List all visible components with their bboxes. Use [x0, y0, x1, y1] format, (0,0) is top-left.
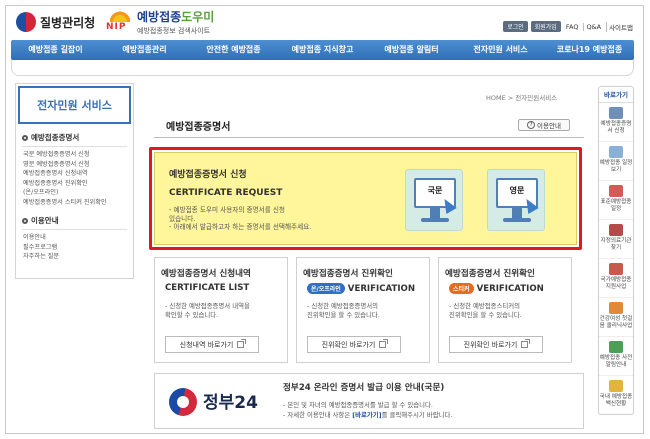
gov24-panel: 정부24 정부24 온라인 증명서 발급 이용 안내(국문) - 본인 및 자녀…	[154, 373, 584, 429]
sidebar-section-guide: 이용안내	[22, 215, 127, 230]
bullet-icon	[22, 217, 28, 224]
hospital-icon	[609, 224, 623, 236]
sidebar-item-usage-guide[interactable]: 이용안내	[23, 233, 127, 243]
clinic-icon	[609, 302, 623, 314]
cert-verify-button[interactable]: 진위확인 바로가기	[307, 336, 401, 353]
cert-history-button[interactable]: 신청내역 바로가기	[165, 336, 259, 353]
korean-label: 국문	[427, 186, 443, 195]
sidebar-item-cert-history[interactable]: 예방접종증명서 신청내역	[23, 169, 127, 179]
calendar-icon	[609, 146, 623, 158]
gov24-title: 정부24 온라인 증명서 발급 이용 안내(국문)	[283, 383, 445, 393]
english-certificate-button[interactable]: 영문	[487, 169, 545, 231]
utility-menu: 로그인 회원가입 FAQ Q&A 사이트맵	[503, 21, 635, 32]
online-offline-badge: 온/오프라인	[307, 283, 345, 294]
sidebar-title: 전자민원 서비스	[18, 86, 131, 124]
nip-sun-icon: NIP	[106, 8, 134, 36]
english-label: 영문	[509, 186, 525, 195]
sidebar-item-korean-cert[interactable]: 국문 예방접종증명서 신청	[23, 150, 127, 160]
nav-knowledge[interactable]: 예방접종 지식창고	[278, 40, 367, 60]
nip-logo[interactable]: NIP 예방접종도우미 예방접종정보 검색사이트	[106, 8, 214, 36]
card-desc: - 신청한 예방접종스티커의 진위확인을 할 수 있습니다.	[449, 302, 522, 319]
question-icon: ?	[527, 121, 536, 129]
external-link-icon	[237, 339, 247, 348]
quick-item-clinic-finder[interactable]: 지정의료기관 찾기	[599, 220, 633, 259]
quick-item-standard-schedule[interactable]: 표준예방접종일정	[599, 181, 633, 220]
sidebar-item-cert-verify-sub[interactable]: (온/오프라인)	[23, 188, 127, 198]
nav-notice[interactable]: 예방접종 알림터	[367, 40, 456, 60]
page-title: 예방접종증명서	[166, 122, 231, 133]
nav-vaccination-management[interactable]: 예방접종관리	[100, 40, 189, 60]
gov24-shortcut-link[interactable]: [바로가기]	[352, 411, 381, 419]
kdca-name: 질병관리청	[40, 15, 96, 30]
site-header: 질병관리청 NIP 예방접종도우미 예방접종정보 검색사이트 로그인 회원가입 …	[6, 6, 643, 40]
sidebar-item-required-programs[interactable]: 필수프로그램	[23, 243, 127, 253]
cert-verify-card: 예방접종증명서 진위확인 온/오프라인 VERIFICATION - 신청한 예…	[296, 257, 430, 363]
sidebar-item-english-cert[interactable]: 영문 예방접종증명서 신청	[23, 160, 127, 170]
card-subtitle: 스티커 VERIFICATION	[449, 283, 544, 294]
external-link-icon	[379, 339, 389, 348]
submenu-bar	[11, 60, 634, 76]
nav-covid19[interactable]: 코로나19 예방접종	[545, 40, 634, 60]
gov24-desc: - 본인 및 자녀의 예방접종증명서를 발급 할 수 있습니다. - 자세한 이…	[283, 401, 453, 419]
quick-item-national-support[interactable]: 국가예방접종 지원사업	[599, 259, 633, 298]
certificate-request-panel: 예방접종증명서 신청 CERTIFICATE REQUEST - 예방접종 도우…	[154, 152, 577, 245]
sidebar-item-cert-verify[interactable]: 예방접종증명서 진위확인	[23, 179, 127, 189]
card-title: 예방접종증명서 진위확인	[445, 269, 535, 279]
sidebar-certificate-list: 국문 예방접종증명서 신청 영문 예방접종증명서 신청 예방접종증명서 신청내역…	[23, 150, 127, 207]
vaccine-icon	[609, 380, 623, 392]
faq-link[interactable]: FAQ	[564, 23, 581, 31]
support-icon	[609, 263, 623, 275]
nip-title: 예방접종도우미	[137, 10, 215, 24]
nav-vaccination-guide[interactable]: 예방접종 길잡이	[11, 40, 100, 60]
usage-guide-button[interactable]: ? 이용안내	[518, 119, 570, 131]
quick-item-pre-notification[interactable]: 예방접종 사전알림안내	[599, 337, 633, 376]
sitemap-link[interactable]: 사이트맵	[606, 21, 635, 32]
quick-menu-title: 바로가기	[599, 87, 633, 103]
card-subtitle: 온/오프라인 VERIFICATION	[307, 283, 415, 294]
login-button[interactable]: 로그인	[503, 21, 528, 32]
card-desc: - 신청한 예방접종증명서 내역을 확인할 수 있습니다.	[165, 302, 250, 319]
left-sidebar: 전자민원 서비스 예방접종증명서 국문 예방접종증명서 신청 영문 예방접종증명…	[15, 83, 134, 279]
sticker-verify-button[interactable]: 진위확인 바로가기	[449, 336, 543, 353]
document-icon	[609, 107, 623, 119]
kdca-emblem-icon	[16, 12, 36, 32]
syringe-icon	[609, 185, 623, 197]
quick-menu: 바로가기 예방접종증명서 신청 예방접종 일정보기 표준예방접종일정 지정의료기…	[598, 86, 634, 415]
card-title: 예방접종증명서 진위확인	[303, 269, 393, 279]
nip-letters: NIP	[106, 22, 127, 32]
sidebar-item-sticker-verify[interactable]: 예방접종증명서 스티커 진위확인	[23, 198, 127, 208]
sidebar-section-certificate: 예방접종증명서	[22, 132, 127, 147]
global-nav: 예방접종 길잡이 예방접종관리 안전한 예방접종 예방접종 지식창고 예방접종 …	[11, 40, 634, 60]
certificate-request-desc: - 예방접종 도우미 사용자의 증명서를 신청 있습니다. - 아래에서 발급하…	[169, 206, 312, 231]
browser-viewport: 질병관리청 NIP 예방접종도우미 예방접종정보 검색사이트 로그인 회원가입 …	[5, 5, 644, 434]
quick-item-cert-request[interactable]: 예방접종증명서 신청	[599, 103, 633, 142]
sidebar-item-faq[interactable]: 자주하는 질문	[23, 252, 127, 262]
nav-e-civil-service[interactable]: 전자민원 서비스	[456, 40, 545, 60]
card-subtitle: CERTIFICATE LIST	[165, 283, 250, 293]
sidebar-guide-list: 이용안내 필수프로그램 자주하는 질문	[23, 233, 127, 262]
gov24-emblem-icon	[169, 388, 197, 416]
certificate-request-title: 예방접종증명서 신청	[169, 170, 247, 180]
card-desc: - 신청한 예방접종증명서의 진위확인을 할 수 있습니다.	[307, 302, 380, 319]
quick-item-women-clinic[interactable]: 건강여성 첫걸음 클리닉사업	[599, 298, 633, 337]
certificate-request-subtitle: CERTIFICATE REQUEST	[169, 188, 283, 198]
card-title: 예방접종증명서 신청내역	[161, 269, 251, 279]
quick-item-vaccine-status[interactable]: 국내 예방접종 백신현황	[599, 376, 633, 414]
qna-link[interactable]: Q&A	[583, 22, 603, 31]
gov24-logo: 정부24	[203, 393, 258, 413]
sticker-verify-card: 예방접종증명서 진위확인 스티커 VERIFICATION - 신청한 예방접종…	[438, 257, 572, 363]
sticker-badge: 스티커	[449, 283, 474, 294]
cert-history-card: 예방접종증명서 신청내역 CERTIFICATE LIST - 신청한 예방접종…	[154, 257, 288, 363]
nip-subtitle: 예방접종정보 검색사이트	[137, 27, 211, 35]
external-link-icon	[521, 339, 531, 348]
korean-certificate-button[interactable]: 국문	[405, 169, 463, 231]
bell-icon	[609, 341, 623, 353]
nav-safe-vaccination[interactable]: 안전한 예방접종	[189, 40, 278, 60]
kdca-logo[interactable]: 질병관리청	[16, 12, 95, 32]
signup-button[interactable]: 회원가입	[530, 21, 561, 32]
quick-item-schedule[interactable]: 예방접종 일정보기	[599, 142, 633, 181]
title-divider	[154, 137, 584, 138]
breadcrumb: HOME > 전자민원서비스	[486, 94, 558, 102]
bullet-icon	[22, 134, 28, 141]
